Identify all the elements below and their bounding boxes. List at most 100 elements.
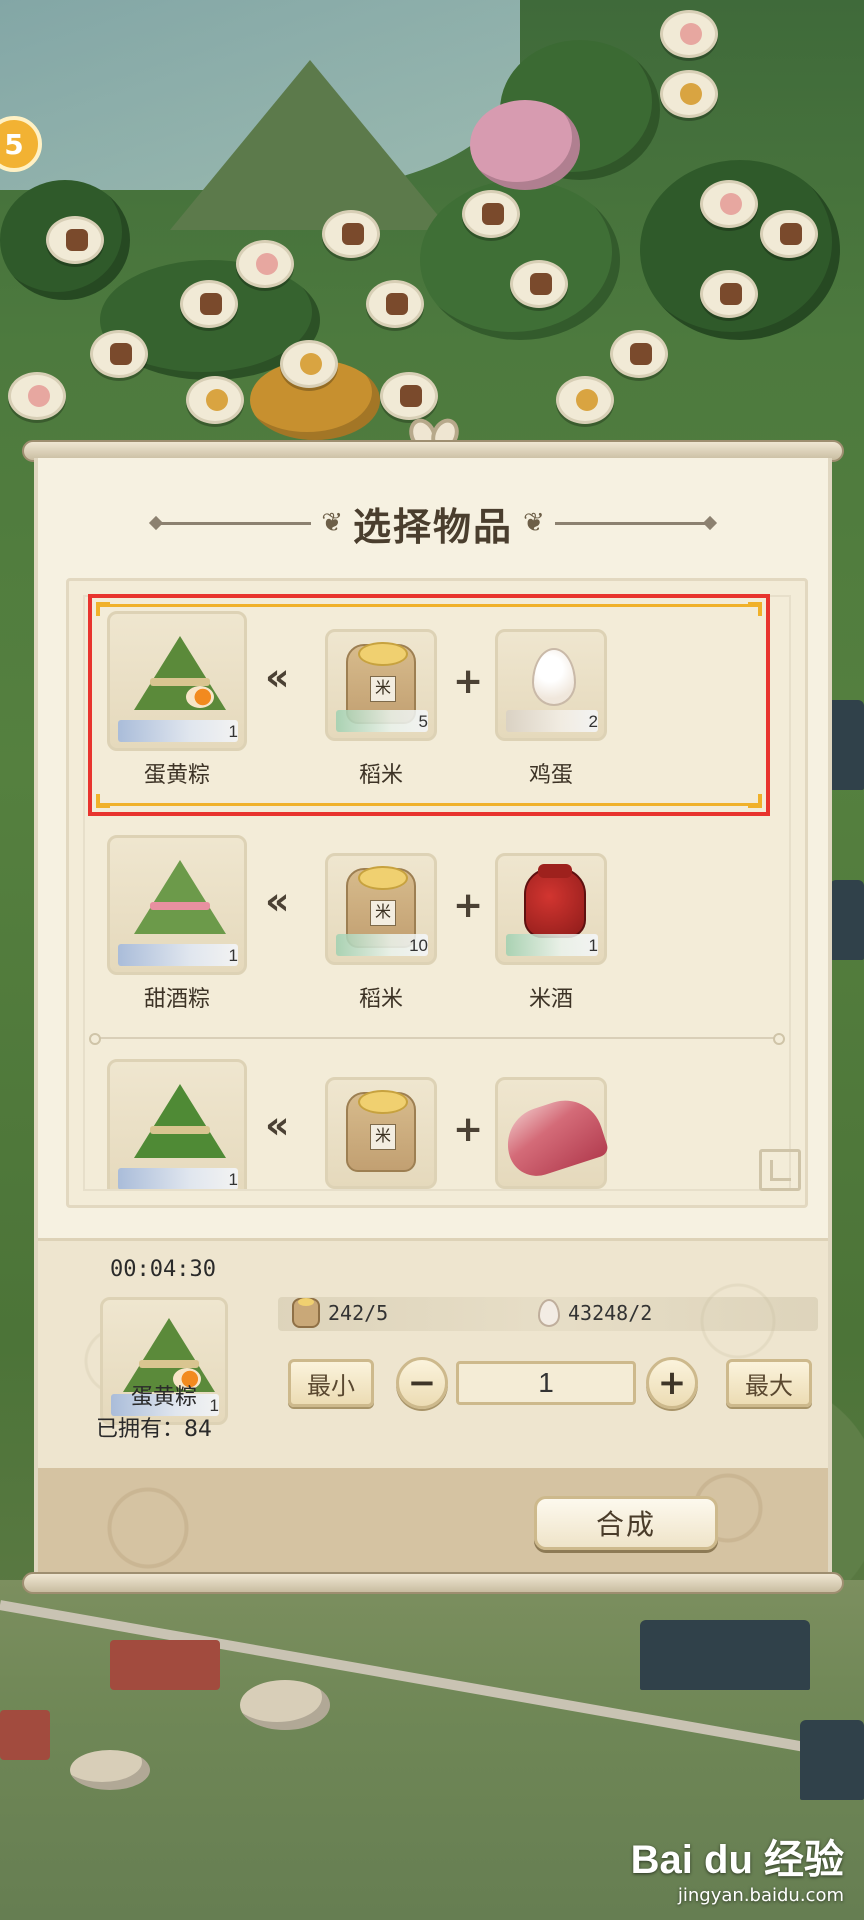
- count-bar: [118, 1168, 238, 1189]
- ingredient-name: 稻米: [358, 987, 403, 1012]
- grain-resource-bubble[interactable]: [280, 340, 338, 388]
- title-ornament-icon: ❦: [321, 508, 343, 538]
- material-rice: 242/5: [292, 1295, 388, 1331]
- rice-wine-jar-icon: [524, 864, 586, 938]
- recipe-result-slot[interactable]: 1: [107, 611, 247, 751]
- market-stall[interactable]: [0, 1710, 50, 1760]
- building-roof[interactable]: [640, 1620, 810, 1690]
- ingredient-slot[interactable]: [325, 1077, 437, 1189]
- baidu-watermark: Bai du 经验 jingyan.baidu.com: [631, 1827, 844, 1906]
- ingredient-slot[interactable]: 5: [325, 629, 437, 741]
- mountain: [170, 60, 450, 230]
- parasol: [240, 1680, 330, 1730]
- plus-icon: +: [453, 885, 484, 926]
- count-bar: [506, 710, 598, 732]
- grain-resource-bubble[interactable]: [660, 70, 718, 118]
- count-bar: [506, 934, 598, 956]
- result-count: 1: [228, 722, 238, 741]
- min-quantity-button[interactable]: 最小: [288, 1359, 374, 1407]
- title-divider: [554, 521, 705, 525]
- grain-resource-bubble[interactable]: [556, 376, 614, 424]
- plus-icon: +: [453, 1109, 484, 1150]
- watermark-logo: Bai du 经验: [630, 1838, 844, 1882]
- ingredient-name: 稻米: [358, 763, 403, 788]
- synthesize-button[interactable]: 合成: [534, 1496, 718, 1550]
- material-egg: 43248/2: [538, 1295, 652, 1331]
- peach-resource-bubble[interactable]: [660, 10, 718, 58]
- plus-icon: +: [453, 661, 484, 702]
- peach-resource-bubble[interactable]: [8, 372, 66, 420]
- chevron-left-icon: «: [265, 879, 290, 923]
- plus-icon: +: [657, 1363, 687, 1403]
- zongzi-tie: [139, 1360, 199, 1368]
- market-stall[interactable]: [110, 1640, 220, 1690]
- ingredient-slot[interactable]: 2: [495, 629, 607, 741]
- dialog-header: ❦ 选择物品 ❦: [38, 498, 828, 549]
- ingredient-slot[interactable]: 10: [325, 853, 437, 965]
- recipe-list[interactable]: 1 蛋黄粽 « 5 稻米 + 2 鸡蛋: [83, 595, 791, 1191]
- egg-icon: [538, 1299, 560, 1327]
- result-count: 1: [228, 1170, 238, 1189]
- max-quantity-button[interactable]: 最大: [726, 1359, 812, 1407]
- wood-resource-bubble[interactable]: [700, 270, 758, 318]
- recipe-list-frame: 1 蛋黄粽 « 5 稻米 + 2 鸡蛋: [66, 578, 808, 1208]
- craft-panel: 00:04:30 1 蛋黄粽 已拥有：84 242/5 43248/2 最小 −…: [38, 1238, 828, 1468]
- ingredient-name: 鸡蛋: [528, 763, 573, 788]
- wood-resource-bubble[interactable]: [366, 280, 424, 328]
- recipe-row[interactable]: 1 « +: [85, 1045, 789, 1189]
- building-roof[interactable]: [800, 1720, 864, 1800]
- tree: [420, 180, 620, 340]
- wood-resource-bubble[interactable]: [180, 280, 238, 328]
- ingredient-count: 1: [588, 936, 598, 955]
- count-bar: [336, 710, 428, 732]
- side-menu-label: 5: [4, 127, 24, 161]
- building-roof[interactable]: [830, 880, 864, 960]
- wood-resource-bubble[interactable]: [610, 330, 668, 378]
- dialog-footer: 合成: [38, 1468, 828, 1574]
- ingredient-count: 10: [409, 936, 428, 955]
- pork-icon: [498, 1090, 610, 1184]
- ingredient-slot[interactable]: 1: [495, 853, 607, 965]
- meat-zongzi-icon: [134, 1084, 226, 1158]
- wood-resource-bubble[interactable]: [462, 190, 520, 238]
- increase-quantity-button[interactable]: +: [646, 1357, 698, 1409]
- grain-resource-bubble[interactable]: [186, 376, 244, 424]
- zongzi-tie: [150, 1126, 210, 1134]
- ingredient-name: 米酒: [528, 987, 573, 1012]
- wood-resource-bubble[interactable]: [322, 210, 380, 258]
- rice-sack-icon: [346, 1090, 416, 1172]
- blossom-resource-bubble[interactable]: [236, 240, 294, 288]
- ingredient-count: 5: [418, 712, 428, 731]
- recipe-divider: [89, 1033, 785, 1045]
- title-divider: [161, 521, 312, 525]
- wood-resource-bubble[interactable]: [90, 330, 148, 378]
- wood-resource-bubble[interactable]: [760, 210, 818, 258]
- decrease-quantity-button[interactable]: −: [396, 1357, 448, 1409]
- wood-resource-bubble[interactable]: [46, 216, 104, 264]
- result-name: 蛋黄粽: [143, 763, 210, 788]
- material-rice-amount: 242/5: [328, 1301, 389, 1325]
- recipe-row[interactable]: 1 甜酒粽 « 10 稻米 + 1 米酒: [85, 821, 789, 1045]
- owned-count: 已拥有：84: [96, 1417, 212, 1442]
- chevron-left-icon: «: [265, 1103, 290, 1147]
- chevron-left-icon: «: [265, 655, 290, 699]
- select-item-dialog: ❦ 选择物品 ❦ 1 蛋黄粽 « 5: [34, 458, 832, 1574]
- recipe-row[interactable]: 1 蛋黄粽 « 5 稻米 + 2 鸡蛋: [85, 597, 789, 813]
- peach-resource-bubble[interactable]: [700, 180, 758, 228]
- egg-icon: [532, 648, 576, 706]
- recipe-result-slot[interactable]: 1: [107, 1059, 247, 1189]
- sweet-wine-zongzi-icon: [134, 860, 226, 934]
- dialog-title: 选择物品: [352, 504, 513, 549]
- wood-resource-bubble[interactable]: [510, 260, 568, 308]
- egg-yolk-icon: [186, 686, 214, 708]
- scroll-bottom-rod: [22, 1572, 844, 1594]
- recipe-result-slot[interactable]: 1: [107, 835, 247, 975]
- result-name: 甜酒粽: [143, 987, 210, 1012]
- rice-sack-icon: [292, 1298, 320, 1328]
- ingredient-slot[interactable]: [495, 1077, 610, 1189]
- material-egg-amount: 43248/2: [568, 1301, 653, 1325]
- quantity-field[interactable]: 1: [456, 1361, 636, 1405]
- parasol: [70, 1750, 150, 1790]
- title-ornament-icon: ❦: [523, 508, 545, 538]
- minus-icon: −: [407, 1363, 437, 1403]
